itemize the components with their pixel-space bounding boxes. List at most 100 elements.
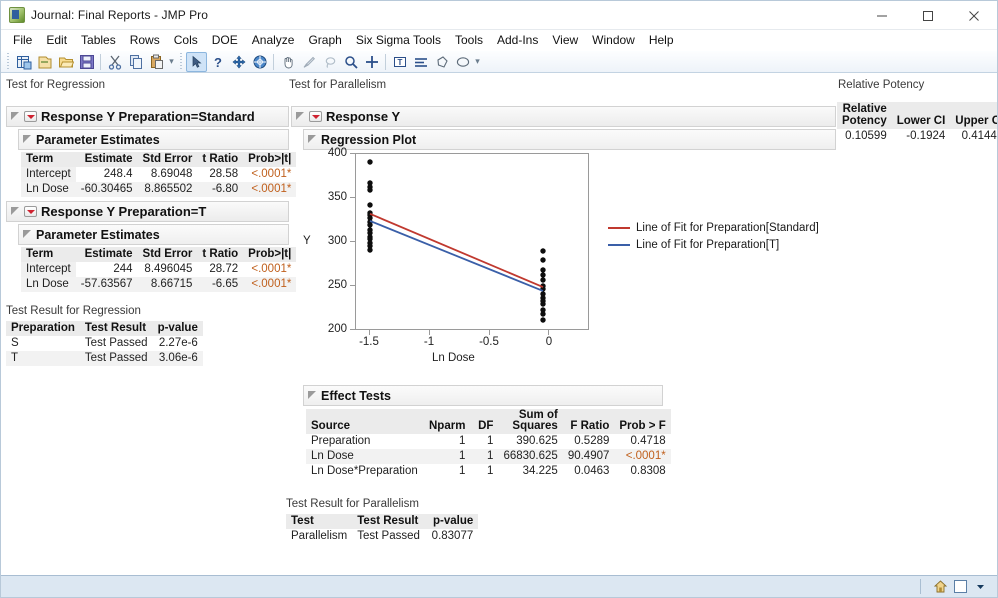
toolbar-grip-2[interactable] (178, 53, 184, 70)
disclosure-triangle-icon[interactable] (308, 134, 318, 145)
x-tickmark (429, 330, 430, 335)
outline-header-pe-t[interactable]: Parameter Estimates (18, 224, 289, 245)
toolbar-overflow-2[interactable]: ▾ (473, 56, 482, 67)
cell-estimate: 244 (113, 263, 133, 275)
magnifier-zoom-icon[interactable] (340, 52, 361, 72)
menu-rows[interactable]: Rows (123, 32, 167, 48)
menu-tools[interactable]: Tools (448, 32, 490, 48)
polygon-icon[interactable] (431, 52, 452, 72)
menu-doe[interactable]: DOE (205, 32, 245, 48)
question-help-icon[interactable]: ? (207, 52, 228, 72)
legend-entry-t[interactable]: Line of Fit for Preparation[T] (608, 236, 819, 253)
red-triangle-menu-icon[interactable] (24, 206, 37, 217)
save-icon[interactable] (76, 52, 97, 72)
cell-test: Parallelism (291, 530, 348, 542)
open-journal-icon[interactable] (34, 52, 55, 72)
section-caption-parallelism: Test for Parallelism (289, 79, 387, 91)
paste-icon[interactable] (146, 52, 167, 72)
x-tick-neg1: -1 (423, 336, 435, 348)
outline-header-regression-plot[interactable]: Regression Plot (303, 129, 836, 150)
oval-icon[interactable] (452, 52, 473, 72)
toolbar-overflow-1[interactable]: ▾ (167, 56, 176, 67)
disclosure-triangle-icon[interactable] (11, 206, 21, 217)
menu-graph[interactable]: Graph (301, 32, 348, 48)
toolbar-separator-2 (273, 53, 274, 70)
outline-header-response-y[interactable]: Response Y (291, 106, 836, 127)
red-triangle-menu-icon[interactable] (24, 111, 37, 122)
hand-move-icon[interactable] (228, 52, 249, 72)
arrow-select-icon[interactable] (186, 51, 207, 72)
cell-preparation: S (11, 337, 19, 349)
regression-plot-area[interactable]: 400 350 300 250 200 Y -1.5 -1 -0.5 0 Ln … (303, 147, 836, 364)
grabber-hand-icon[interactable] (277, 52, 298, 72)
cell-pvalue: 0.83077 (431, 530, 474, 542)
crosshair-icon[interactable] (249, 52, 270, 72)
legend-entry-standard[interactable]: Line of Fit for Preparation[Standard] (608, 219, 819, 236)
cell-df: 1 (487, 435, 494, 447)
window-list-icon[interactable] (952, 578, 969, 595)
menu-window[interactable]: Window (585, 32, 642, 48)
cell-t-ratio: -6.80 (197, 182, 244, 197)
outline-title-t: Response Y Preparation=T (41, 204, 207, 219)
menu-six-sigma-tools[interactable]: Six Sigma Tools (349, 32, 448, 48)
outline-header-t[interactable]: Response Y Preparation=T (6, 201, 289, 222)
outline-header-pe-standard[interactable]: Parameter Estimates (18, 129, 289, 150)
outline-header-effect-tests[interactable]: Effect Tests (303, 385, 663, 406)
col-prob-t: Prob>|t| (243, 152, 297, 167)
cell-term: Intercept (21, 262, 76, 277)
menu-help[interactable]: Help (642, 32, 681, 48)
table-test-result-parallelism: Test Test Result p-value Parallelism Tes… (286, 514, 479, 544)
chevron-down-icon[interactable] (972, 578, 989, 595)
table-row: Preparation 1 1 390.625 0.5289 0.4718 (306, 434, 671, 449)
disclosure-triangle-icon[interactable] (11, 111, 21, 122)
disclosure-triangle-icon[interactable] (296, 111, 306, 122)
home-window-icon[interactable] (932, 578, 949, 595)
menu-tables[interactable]: Tables (74, 32, 123, 48)
cell-t-ratio: 28.58 (209, 168, 239, 180)
red-triangle-menu-icon[interactable] (309, 111, 322, 122)
copy-icon[interactable] (125, 52, 146, 72)
text-annotate-icon[interactable]: T (389, 52, 410, 72)
brush-icon[interactable] (298, 52, 319, 72)
cut-icon[interactable] (104, 52, 125, 72)
outline-response-y: Response Y (291, 106, 836, 127)
close-icon[interactable] (951, 1, 997, 30)
menu-edit[interactable]: Edit (39, 32, 74, 48)
toolbar-separator-1 (100, 53, 101, 70)
line-annotate-icon[interactable] (410, 52, 431, 72)
open-file-icon[interactable] (55, 52, 76, 72)
lasso-icon[interactable] (319, 52, 340, 72)
menu-view[interactable]: View (545, 32, 585, 48)
status-bar (1, 575, 997, 597)
toolbar: ▾ ? T ▾ (1, 50, 997, 73)
crosshairs-icon[interactable] (361, 52, 382, 72)
x-tick-neg0-5: -0.5 (479, 336, 499, 348)
plot-svg (367, 159, 546, 323)
minimize-icon[interactable] (859, 1, 905, 30)
cell-std-error: 8.66715 (137, 277, 198, 292)
menu-analyze[interactable]: Analyze (245, 32, 302, 48)
table-row: Ln Dose -57.63567 8.66715 -6.65 <.0001* (21, 277, 297, 292)
col-std-error: Std Error (137, 152, 198, 167)
menu-bar: File Edit Tables Rows Cols DOE Analyze G… (1, 30, 997, 50)
new-data-table-icon[interactable] (13, 52, 34, 72)
toolbar-grip-1[interactable] (5, 53, 11, 70)
maximize-icon[interactable] (905, 1, 951, 30)
menu-add-ins[interactable]: Add-Ins (490, 32, 545, 48)
col-p-value: p-value (426, 514, 479, 529)
cell-preparation: T (6, 351, 80, 366)
jmp-journal-icon (9, 7, 25, 23)
cell-ss: 34.225 (522, 465, 558, 477)
fit-line-standard (369, 212, 544, 288)
svg-text:?: ? (214, 55, 222, 69)
col-lower-ci: Lower CI (891, 102, 951, 129)
disclosure-triangle-icon[interactable] (23, 229, 33, 240)
outline-header-standard[interactable]: Response Y Preparation=Standard (6, 106, 289, 127)
cell-source: Preparation (311, 435, 371, 447)
disclosure-triangle-icon[interactable] (23, 134, 33, 145)
disclosure-triangle-icon[interactable] (308, 390, 318, 401)
col-source: Source (306, 409, 424, 434)
cell-prob: <.0001* (614, 449, 671, 464)
menu-file[interactable]: File (6, 32, 39, 48)
menu-cols[interactable]: Cols (167, 32, 205, 48)
